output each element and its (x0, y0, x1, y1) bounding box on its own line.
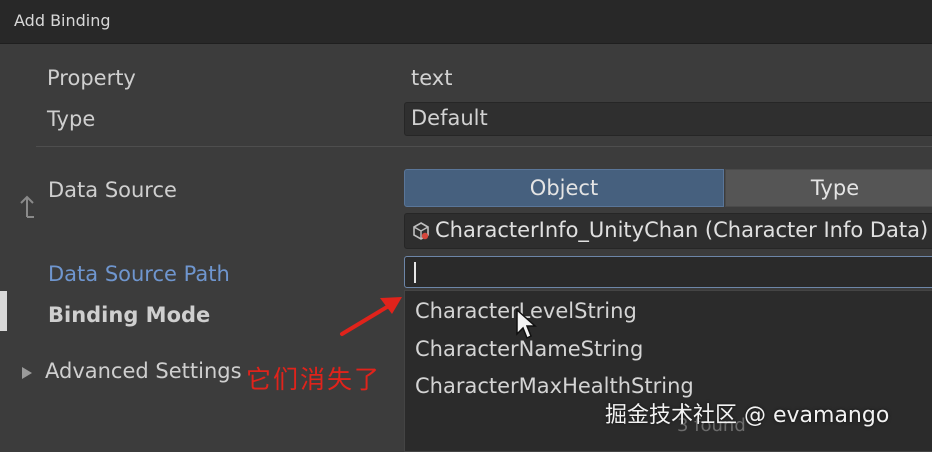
segment-type-button[interactable]: Type (725, 169, 932, 207)
segment-object-button[interactable]: Object (404, 169, 724, 207)
property-label: Property (47, 66, 136, 90)
data-source-label: Data Source (48, 178, 177, 202)
advanced-settings-foldout[interactable]: Advanced Settings (45, 359, 242, 383)
data-source-object-name: CharacterInfo_UnityChan (Character Info … (435, 218, 929, 242)
data-source-path-label: Data Source Path (48, 262, 230, 286)
property-value: text (411, 66, 453, 90)
data-source-object-field[interactable]: CharacterInfo_UnityChan (Character Info … (404, 213, 932, 249)
selection-marker (0, 291, 7, 331)
type-label: Type (47, 107, 96, 131)
watermark-text: 掘金技术社区 @ evamango (605, 403, 890, 428)
window-title: Add Binding (14, 11, 111, 30)
scriptable-object-icon (411, 221, 431, 245)
window-titlebar: Add Binding (0, 0, 932, 44)
data-source-path-input[interactable] (404, 256, 932, 288)
text-caret (414, 262, 416, 283)
type-value: Default (411, 106, 488, 130)
type-dropdown[interactable]: Default (404, 102, 932, 136)
cursor-arrow-icon (515, 308, 537, 344)
suggestion-item[interactable]: CharacterMaxHealthString (415, 374, 694, 398)
section-divider (36, 146, 932, 147)
red-arrow-icon (336, 292, 408, 344)
annotation-text: 它们消失了 (246, 365, 382, 394)
binding-mode-label: Binding Mode (48, 303, 211, 327)
link-arrow-icon (16, 192, 38, 224)
triangle-right-icon[interactable] (20, 365, 34, 385)
